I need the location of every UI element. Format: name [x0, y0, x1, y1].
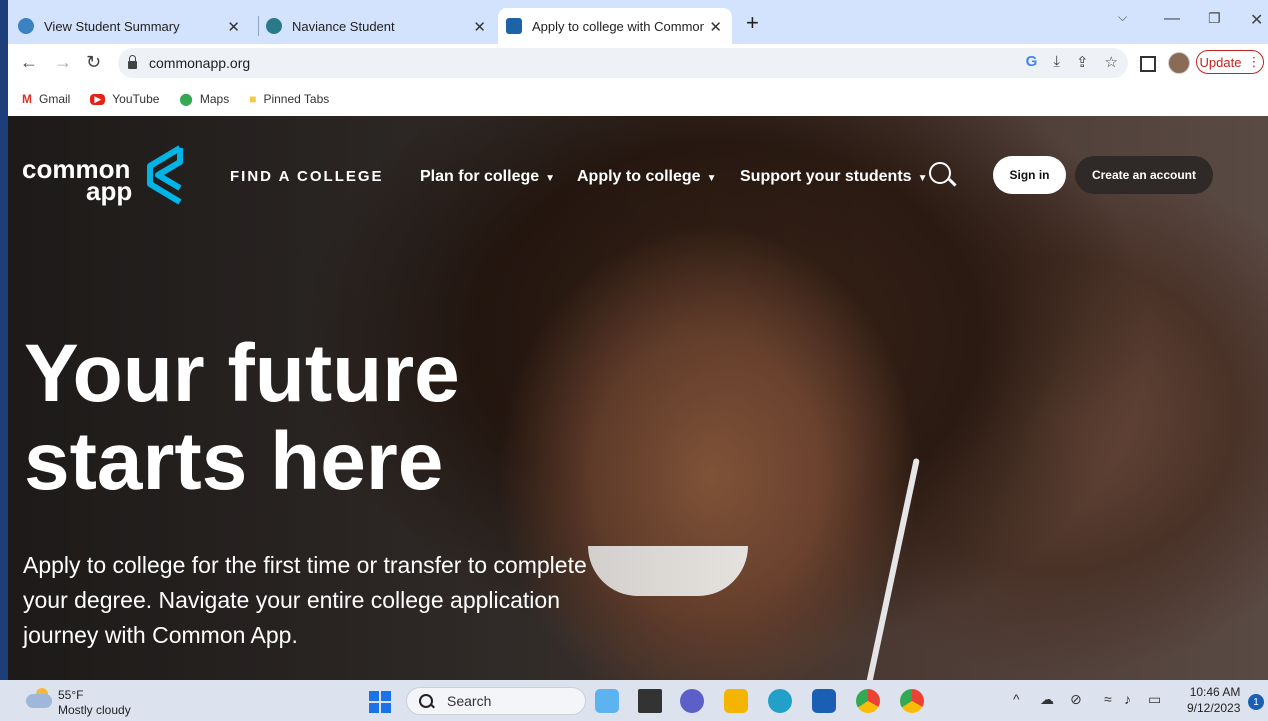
search-icon[interactable] [929, 162, 951, 184]
commonapp-favicon-icon [506, 18, 522, 34]
caret-down-icon: ▼ [917, 173, 928, 184]
close-tab-icon[interactable]: ✕ [709, 18, 722, 36]
tab-search-chevron-icon[interactable]: ⌵ [1118, 10, 1127, 25]
gmail-icon: M [22, 92, 32, 106]
hero-line-1: Your future [24, 328, 460, 419]
nav-label: Plan for college [420, 168, 540, 185]
bookmark-youtube[interactable]: ▶ YouTube [90, 92, 159, 106]
nav-find-a-college[interactable]: FIND A COLLEGE [230, 168, 384, 185]
tab-title: Apply to college with Common A [532, 18, 704, 34]
taskbar-search-label: Search [447, 693, 492, 709]
weather-temp: 55°F [58, 688, 84, 702]
forward-icon[interactable]: → [54, 52, 72, 72]
hero-subtitle: Apply to college for the first time or t… [23, 552, 587, 648]
naviance-favicon-icon [18, 18, 34, 34]
tab-title: Naviance Student [292, 18, 395, 34]
notification-badge[interactable]: 1 [1248, 694, 1264, 710]
chrome-icon[interactable] [856, 689, 880, 713]
taskbar-search[interactable]: Search [406, 687, 586, 715]
minimize-icon[interactable]: — [1164, 10, 1180, 28]
edge-icon[interactable] [768, 689, 792, 713]
tab-separator [258, 16, 259, 36]
bookmark-label: YouTube [112, 92, 160, 106]
clock-time: 10:46 AM [1189, 685, 1241, 699]
tab-strip: View Student Summary ✕ Naviance Student … [8, 0, 1268, 44]
caret-down-icon: ▼ [706, 173, 717, 184]
browser-toolbar: ← → ↻ commonapp.org G ⤓ ⇪ ☆ Update ⋮ [8, 44, 1268, 82]
search-icon [419, 694, 433, 708]
lock-icon [128, 55, 137, 69]
clock-date: 9/12/2023 [1187, 701, 1241, 715]
youtube-icon: ▶ [90, 93, 106, 105]
nav-support-your-students[interactable]: Support your students ▼ [740, 168, 927, 186]
profile-avatar[interactable] [1168, 52, 1190, 74]
bookmark-label: Maps [199, 92, 230, 106]
bookmark-maps[interactable]: ⬤ Maps [179, 92, 229, 106]
wifi-icon[interactable]: ≈ [1104, 691, 1112, 707]
tab-view-student-summary[interactable]: View Student Summary ✕ [18, 8, 250, 44]
bookmarks-bar: M Gmail ▶ YouTube ⬤ Maps ■ Pinned Tabs [8, 82, 1268, 116]
tab-naviance-student[interactable]: Naviance Student ✕ [266, 8, 496, 44]
back-icon[interactable]: ← [20, 52, 38, 72]
reload-icon[interactable]: ↻ [86, 52, 101, 72]
nav-label: Apply to college [577, 168, 701, 185]
chrome-icon[interactable] [900, 689, 924, 713]
teams-icon[interactable] [680, 689, 704, 713]
close-tab-icon[interactable]: ✕ [227, 18, 240, 36]
onedrive-icon[interactable]: ☁ [1040, 691, 1054, 708]
side-panel-icon[interactable] [1140, 56, 1156, 72]
task-view-icon[interactable] [638, 689, 662, 713]
battery-icon[interactable]: ▭ [1148, 691, 1161, 708]
naviance-favicon-icon [266, 18, 282, 34]
cloud-icon [26, 694, 52, 708]
hero-line-2: starts here [24, 416, 444, 507]
update-label: Update [1199, 54, 1242, 70]
nav-plan-for-college[interactable]: Plan for college ▼ [420, 168, 555, 186]
windows-taskbar: 55°F Mostly cloudy Search ^ ☁ ⊘ ≈ ♪ ▭ 10… [0, 680, 1268, 721]
caret-down-icon: ▼ [545, 173, 556, 184]
widget-app-icon[interactable] [595, 689, 619, 713]
address-bar[interactable]: commonapp.org G ⤓ ⇪ ☆ [118, 48, 1128, 78]
folder-icon: ■ [249, 92, 257, 106]
install-icon[interactable]: ⤓ [1053, 53, 1060, 71]
cloud-off-icon[interactable]: ⊘ [1070, 691, 1082, 708]
commonapp-mark-icon [147, 145, 183, 205]
system-clock[interactable]: 10:46 AM 9/12/2023 [1187, 684, 1240, 716]
share-icon[interactable]: ⇪ [1076, 53, 1089, 71]
nav-label: Support your students [740, 168, 912, 185]
close-tab-icon[interactable]: ✕ [473, 18, 486, 36]
volume-icon[interactable]: ♪ [1124, 691, 1131, 707]
show-hidden-icons-icon[interactable]: ^ [1013, 691, 1020, 707]
restore-icon[interactable]: ❐ [1208, 10, 1221, 27]
bookmark-pinned-tabs[interactable]: ■ Pinned Tabs [249, 92, 329, 106]
tab-title: View Student Summary [44, 18, 180, 34]
logo-word-app: app [86, 176, 133, 206]
url-text: commonapp.org [149, 55, 251, 71]
new-tab-button[interactable]: + [746, 12, 759, 34]
page-content: common app FIND A COLLEGE Plan for colle… [8, 116, 1268, 680]
bookmark-gmail[interactable]: M Gmail [22, 92, 70, 106]
sign-in-button[interactable]: Sign in [993, 156, 1066, 194]
create-account-button[interactable]: Create an account [1075, 156, 1213, 194]
bookmark-label: Pinned Tabs [263, 92, 330, 106]
bookmark-label: Gmail [39, 92, 71, 106]
nav-apply-to-college[interactable]: Apply to college ▼ [577, 168, 716, 186]
maps-icon: ⬤ [179, 92, 193, 106]
menu-dots-icon: ⋮ [1247, 54, 1261, 69]
start-icon[interactable] [369, 691, 391, 713]
file-explorer-icon[interactable] [724, 689, 748, 713]
hero-heading: Your future starts here [24, 330, 584, 506]
update-button[interactable]: Update ⋮ [1196, 50, 1264, 74]
weather-desc: Mostly cloudy [58, 703, 131, 717]
tab-common-app[interactable]: Apply to college with Common A ✕ [498, 8, 732, 44]
commonapp-logo[interactable]: common app [22, 156, 133, 206]
bookmark-star-icon[interactable]: ☆ [1105, 53, 1118, 71]
browser-window: View Student Summary ✕ Naviance Student … [8, 0, 1268, 721]
close-window-icon[interactable]: ✕ [1250, 10, 1263, 30]
google-lens-icon[interactable]: G [1026, 53, 1038, 71]
store-icon[interactable] [812, 689, 836, 713]
